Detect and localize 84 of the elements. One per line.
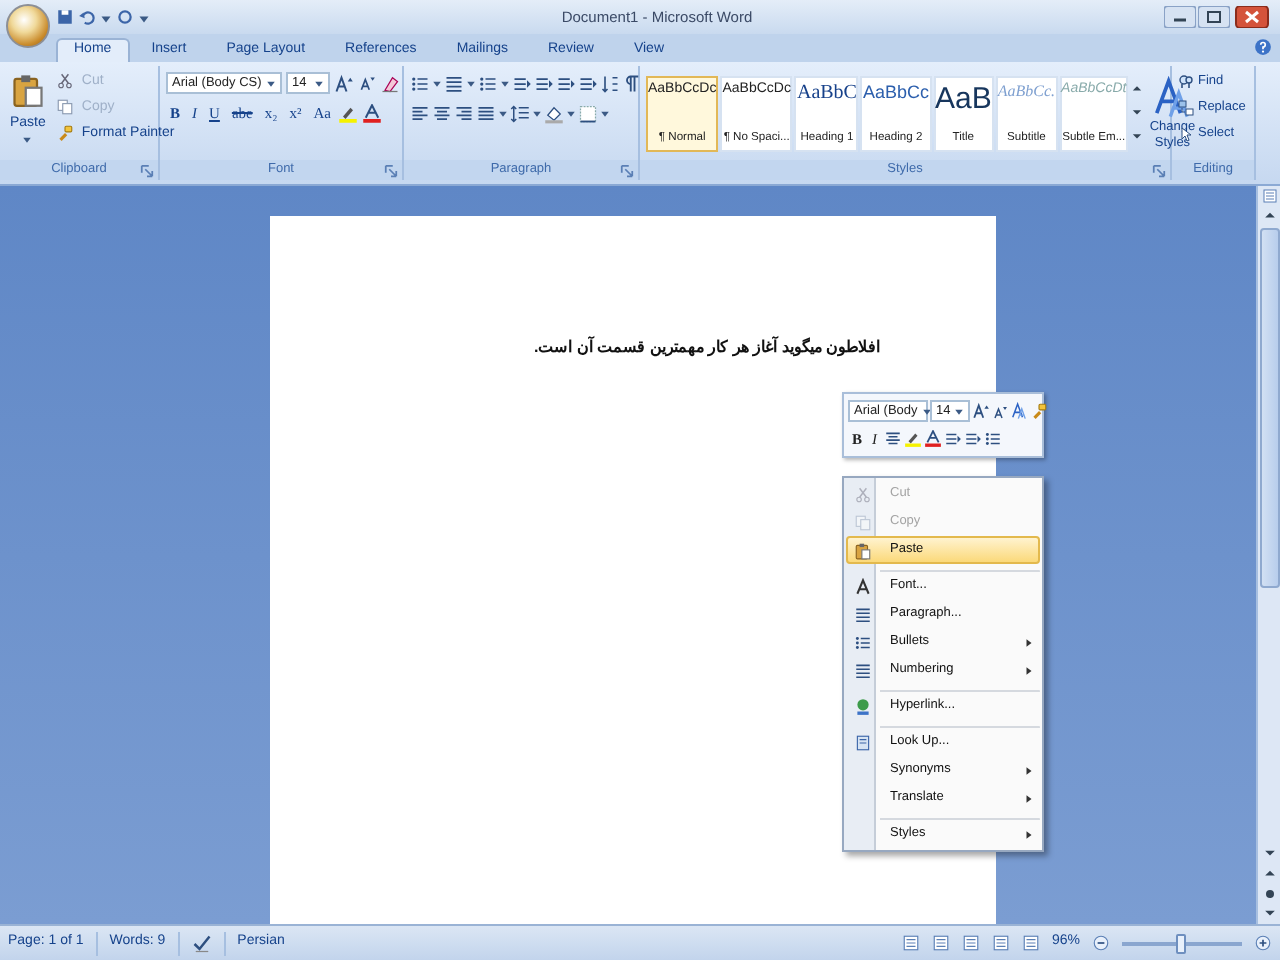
caret-icon[interactable] [600, 108, 610, 118]
web-layout-icon[interactable] [961, 934, 980, 952]
right-to-left-icon[interactable] [963, 430, 982, 448]
left-to-right-icon[interactable] [943, 430, 962, 448]
draft-icon[interactable] [1021, 934, 1040, 952]
bullets-icon[interactable] [983, 430, 1002, 448]
caret-icon[interactable] [498, 108, 508, 118]
left-to-right-icon[interactable] [556, 73, 576, 93]
align-center-icon[interactable] [432, 103, 452, 123]
pilcrow-icon[interactable] [622, 73, 642, 93]
browse-object-icon[interactable] [1261, 886, 1277, 902]
multilevel-list-icon[interactable] [478, 73, 498, 93]
binoculars-icon[interactable] [1178, 73, 1194, 89]
dialog-launcher-icon[interactable] [140, 164, 154, 178]
shading-icon[interactable] [544, 103, 564, 123]
align-right-icon[interactable] [454, 103, 474, 123]
proofing-icon[interactable] [191, 933, 212, 953]
previous-page-icon[interactable] [1261, 866, 1277, 882]
zoom-in-icon[interactable] [1254, 934, 1272, 952]
align-center-icon[interactable] [883, 430, 902, 448]
numbering-icon[interactable] [444, 73, 464, 93]
highlighter-icon[interactable] [338, 103, 359, 123]
caret-icon [954, 406, 965, 416]
caret-icon[interactable] [466, 78, 476, 88]
change-styles-icon[interactable] [1152, 75, 1193, 119]
shrink-font-icon[interactable] [992, 403, 1008, 419]
caret-icon[interactable] [22, 134, 33, 144]
grow-font-icon[interactable] [334, 73, 354, 93]
copy-icon[interactable] [55, 98, 74, 116]
copy-icon [854, 513, 872, 531]
submenu-arrow-icon [1024, 827, 1034, 841]
grow-font-icon[interactable] [972, 402, 990, 420]
clipboard-icon [854, 541, 872, 559]
caret-icon[interactable] [138, 11, 150, 23]
sort-icon[interactable] [600, 73, 620, 93]
caret-icon[interactable] [100, 11, 112, 23]
book-icon [854, 733, 872, 751]
scroll-up-icon[interactable] [1261, 208, 1277, 224]
help-icon[interactable] [1254, 38, 1272, 56]
bullets-icon[interactable] [410, 73, 430, 93]
eraser-icon[interactable] [380, 73, 400, 93]
dialog-launcher-icon[interactable] [620, 164, 634, 178]
borders-icon[interactable] [578, 103, 598, 123]
caret-icon[interactable] [566, 108, 576, 118]
caret-icon[interactable] [432, 78, 442, 88]
dialog-launcher-icon[interactable] [384, 164, 398, 178]
print-layout-icon[interactable] [901, 934, 920, 952]
cut-icon[interactable] [55, 72, 74, 90]
document-text: افلاطون میگوید آغاز هر کار مهمترین قسمت آن است. [533, 338, 880, 358]
undo-icon[interactable] [78, 8, 96, 26]
caret-icon [314, 78, 324, 88]
justify-icon[interactable] [476, 103, 496, 123]
font-color-icon[interactable] [362, 103, 383, 123]
paragraph-icon [854, 605, 872, 623]
scroll-thumb[interactable] [1259, 228, 1279, 588]
line-spacing-icon[interactable] [510, 103, 530, 123]
align-left-icon[interactable] [410, 103, 430, 123]
bullets-icon [854, 633, 872, 651]
right-to-left-icon[interactable] [578, 73, 598, 93]
caret-icon [266, 78, 276, 88]
maximize-icon[interactable] [1198, 6, 1230, 28]
increase-indent-icon[interactable] [534, 73, 554, 93]
highlighter-icon[interactable] [903, 430, 922, 448]
caret-icon [921, 406, 932, 416]
decrease-indent-icon[interactable] [512, 73, 532, 93]
outline-icon[interactable] [991, 934, 1010, 952]
slider-thumb[interactable] [1176, 933, 1186, 953]
numbering-icon [854, 661, 872, 679]
replace-icon[interactable] [1178, 99, 1194, 115]
dialog-launcher-icon[interactable] [1152, 164, 1166, 178]
zoom-out-icon[interactable] [1092, 934, 1110, 952]
vertical-scrollbar[interactable] [1256, 186, 1280, 924]
styles-icon[interactable] [1010, 402, 1028, 420]
letter-icon [854, 577, 872, 595]
font-color-icon[interactable] [923, 430, 942, 448]
brush-icon[interactable] [1030, 402, 1048, 420]
save-icon[interactable] [56, 8, 74, 26]
full-screen-icon[interactable] [931, 934, 950, 952]
shrink-font-icon[interactable] [358, 74, 376, 92]
scissors-icon [854, 485, 872, 503]
minimize-icon[interactable] [1164, 6, 1196, 28]
close-icon[interactable] [1232, 6, 1272, 28]
caret-icon[interactable] [500, 78, 510, 88]
caret-icon[interactable] [532, 108, 542, 118]
